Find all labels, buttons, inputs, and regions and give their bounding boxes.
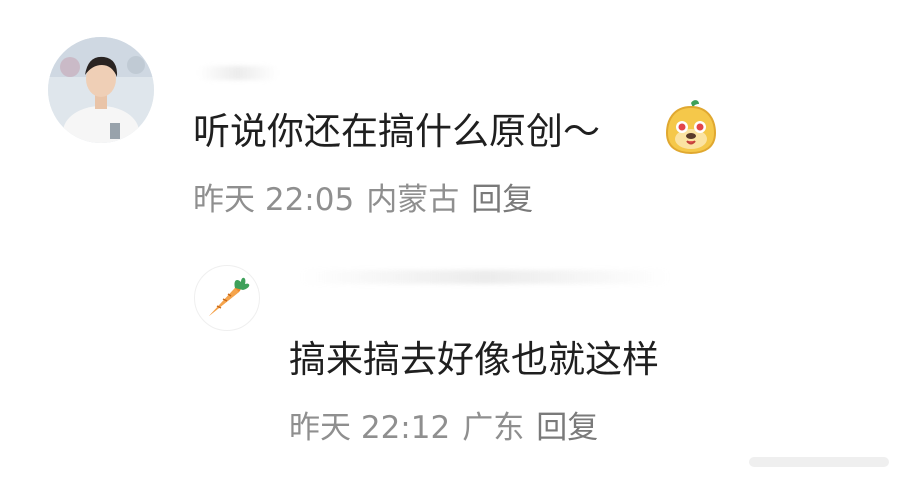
reply-meta: 昨天 22:12 广东 回复 bbox=[289, 409, 610, 447]
smile-face-emoji-icon bbox=[663, 99, 719, 159]
reply-button[interactable]: 回复 bbox=[471, 182, 533, 218]
reply-location: 广东 bbox=[462, 410, 525, 446]
comment-timestamp: 昨天 22:05 bbox=[193, 182, 355, 218]
avatar-reply-user[interactable] bbox=[194, 265, 260, 331]
reply-text: 搞来搞去好像也就这样 bbox=[289, 338, 659, 381]
reply-username-blurred[interactable] bbox=[300, 270, 670, 284]
comment-meta: 昨天 22:05 内蒙古 回复 bbox=[193, 181, 545, 219]
person-photo-icon bbox=[48, 37, 154, 143]
username-blurred[interactable] bbox=[198, 66, 278, 80]
reply-timestamp: 昨天 22:12 bbox=[289, 410, 451, 446]
avatar-main-commenter[interactable] bbox=[48, 37, 154, 143]
comment-text: 听说你还在搞什么原创～ bbox=[193, 110, 600, 153]
comment-location: 内蒙古 bbox=[366, 182, 460, 218]
carrot-icon bbox=[209, 277, 250, 316]
reply-reply-button[interactable]: 回复 bbox=[536, 410, 598, 446]
watermark-blur bbox=[749, 455, 889, 473]
